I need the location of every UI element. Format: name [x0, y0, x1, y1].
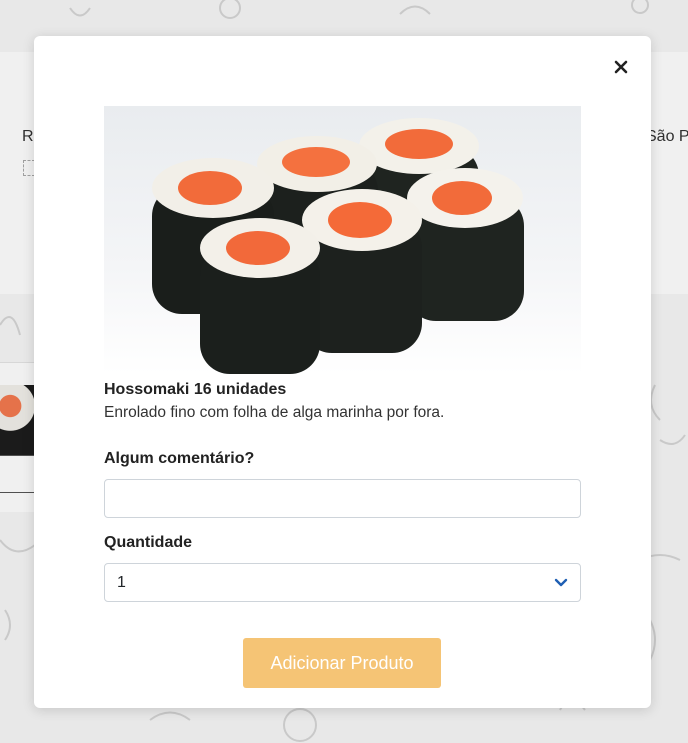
close-button[interactable] — [610, 56, 632, 78]
chevron-down-icon — [554, 578, 568, 586]
add-product-button[interactable]: Adicionar Produto — [243, 638, 441, 688]
quantity-select[interactable]: 1 — [104, 563, 581, 602]
sushi-roll — [406, 168, 524, 321]
comment-input[interactable] — [104, 479, 581, 518]
close-icon — [614, 60, 628, 74]
comment-label: Algum comentário? — [104, 450, 255, 467]
add-product-modal: Hossomaki 16 unidades Enrolado fino com … — [34, 36, 651, 708]
sushi-roll — [200, 218, 320, 374]
product-description: Enrolado fino com folha de alga marinha … — [104, 404, 445, 421]
product-image — [104, 106, 581, 374]
quantity-selected-value: 1 — [117, 573, 126, 591]
product-name: Hossomaki 16 unidades — [104, 381, 287, 398]
quantity-label: Quantidade — [104, 534, 193, 551]
